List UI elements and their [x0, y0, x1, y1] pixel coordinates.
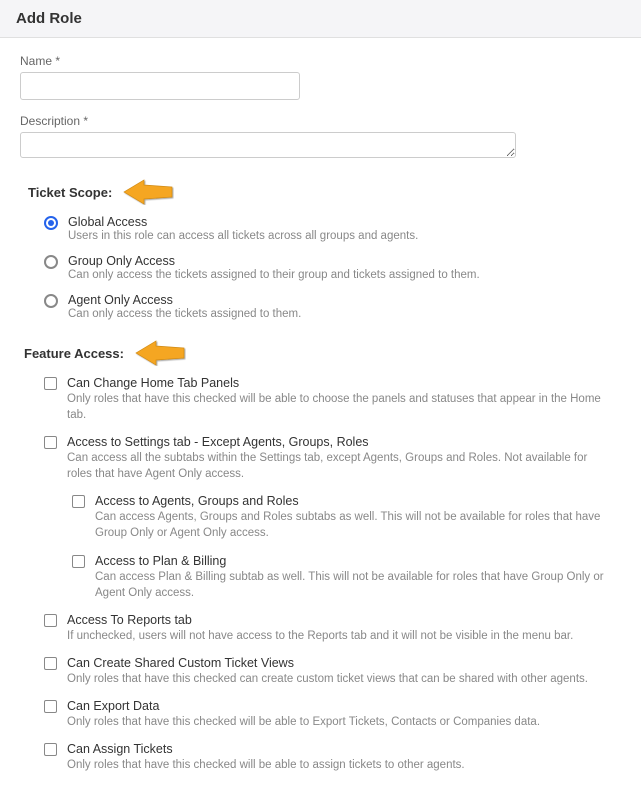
feature-item-label: Access to Agents, Groups and Roles — [95, 494, 621, 508]
checkbox-icon[interactable] — [72, 555, 85, 568]
feature-item-label: Can Export Data — [67, 699, 540, 713]
page-title: Add Role — [16, 10, 625, 27]
scope-option-text: Group Only AccessCan only access the tic… — [68, 254, 480, 281]
feature-item-text: Can Create Shared Custom Ticket ViewsOnl… — [67, 656, 588, 687]
feature-item-label: Can Create Shared Custom Ticket Views — [67, 656, 588, 670]
feature-item: Can Create Shared Custom Ticket ViewsOnl… — [24, 656, 621, 687]
scope-option-label: Group Only Access — [68, 254, 480, 268]
feature-item-hint: Only roles that have this checked will b… — [67, 391, 607, 423]
scope-option-agent[interactable]: Agent Only AccessCan only access the tic… — [28, 293, 621, 320]
arrow-annotation-icon — [132, 340, 186, 366]
feature-item-hint: Only roles that have this checked can cr… — [67, 671, 588, 687]
checkbox-icon[interactable] — [72, 495, 85, 508]
scope-option-label: Global Access — [68, 215, 418, 229]
feature-item-hint: Can access Agents, Groups and Roles subt… — [95, 509, 621, 541]
feature-access-title: Feature Access: — [24, 346, 124, 361]
arrow-annotation-icon — [120, 179, 174, 205]
feature-item-text: Access To Reports tabIf unchecked, users… — [67, 613, 573, 644]
feature-item: Can Assign TicketsOnly roles that have t… — [24, 742, 621, 773]
checkbox-icon[interactable] — [44, 614, 57, 627]
feature-item-label: Can Change Home Tab Panels — [67, 376, 607, 390]
scope-option-hint: Can only access the tickets assigned to … — [68, 269, 480, 281]
feature-item-text: Access to Agents, Groups and RolesCan ac… — [95, 494, 621, 541]
feature-item: Access To Reports tabIf unchecked, users… — [24, 613, 621, 644]
feature-item-text: Can Export DataOnly roles that have this… — [67, 699, 540, 730]
scope-option-hint: Can only access the tickets assigned to … — [68, 308, 301, 320]
feature-item-text: Can Change Home Tab PanelsOnly roles tha… — [67, 376, 607, 423]
name-label: Name * — [20, 54, 621, 68]
name-input[interactable] — [20, 72, 300, 100]
feature-item-hint: Only roles that have this checked will b… — [67, 714, 540, 730]
scope-option-label: Agent Only Access — [68, 293, 301, 307]
feature-item-label: Can Assign Tickets — [67, 742, 465, 756]
feature-item: Access to Settings tab - Except Agents, … — [24, 435, 621, 482]
feature-item: Access to Agents, Groups and RolesCan ac… — [24, 494, 621, 541]
feature-item-hint: Can access Plan & Billing subtab as well… — [95, 569, 621, 601]
feature-access-section: Feature Access: Can Change Home Tab Pane… — [20, 340, 621, 773]
checkbox-icon[interactable] — [44, 657, 57, 670]
checkbox-icon[interactable] — [44, 743, 57, 756]
feature-item-hint: Can access all the subtabs within the Se… — [67, 450, 607, 482]
feature-item-text: Access to Plan & BillingCan access Plan … — [95, 554, 621, 601]
ticket-scope-section: Ticket Scope: Global AccessUsers in this… — [20, 179, 621, 320]
scope-option-text: Agent Only AccessCan only access the tic… — [68, 293, 301, 320]
description-label: Description * — [20, 114, 621, 128]
radio-icon[interactable] — [44, 255, 58, 269]
scope-option-text: Global AccessUsers in this role can acce… — [68, 215, 418, 242]
scope-option-hint: Users in this role can access all ticket… — [68, 230, 418, 242]
checkbox-icon[interactable] — [44, 436, 57, 449]
feature-item: Can Change Home Tab PanelsOnly roles tha… — [24, 376, 621, 423]
checkbox-icon[interactable] — [44, 700, 57, 713]
feature-item-text: Can Assign TicketsOnly roles that have t… — [67, 742, 465, 773]
feature-access-title-row: Feature Access: — [24, 340, 621, 366]
scope-option-group[interactable]: Group Only AccessCan only access the tic… — [28, 254, 621, 281]
scope-option-global[interactable]: Global AccessUsers in this role can acce… — [28, 215, 621, 242]
feature-item-label: Access to Settings tab - Except Agents, … — [67, 435, 607, 449]
checkbox-icon[interactable] — [44, 377, 57, 390]
radio-icon[interactable] — [44, 216, 58, 230]
feature-item: Can Export DataOnly roles that have this… — [24, 699, 621, 730]
radio-icon[interactable] — [44, 294, 58, 308]
feature-item-label: Access to Plan & Billing — [95, 554, 621, 568]
description-group: Description * — [20, 114, 621, 161]
ticket-scope-title: Ticket Scope: — [28, 185, 112, 200]
ticket-scope-title-row: Ticket Scope: — [28, 179, 621, 205]
form-content: Name * Description * Ticket Scope: Globa… — [0, 38, 641, 801]
feature-item: Access to Plan & BillingCan access Plan … — [24, 554, 621, 601]
feature-item-text: Access to Settings tab - Except Agents, … — [67, 435, 607, 482]
feature-item-hint: Only roles that have this checked will b… — [67, 757, 465, 773]
feature-item-hint: If unchecked, users will not have access… — [67, 628, 573, 644]
description-input[interactable] — [20, 132, 516, 158]
name-group: Name * — [20, 54, 621, 100]
feature-item-label: Access To Reports tab — [67, 613, 573, 627]
page-header: Add Role — [0, 0, 641, 38]
